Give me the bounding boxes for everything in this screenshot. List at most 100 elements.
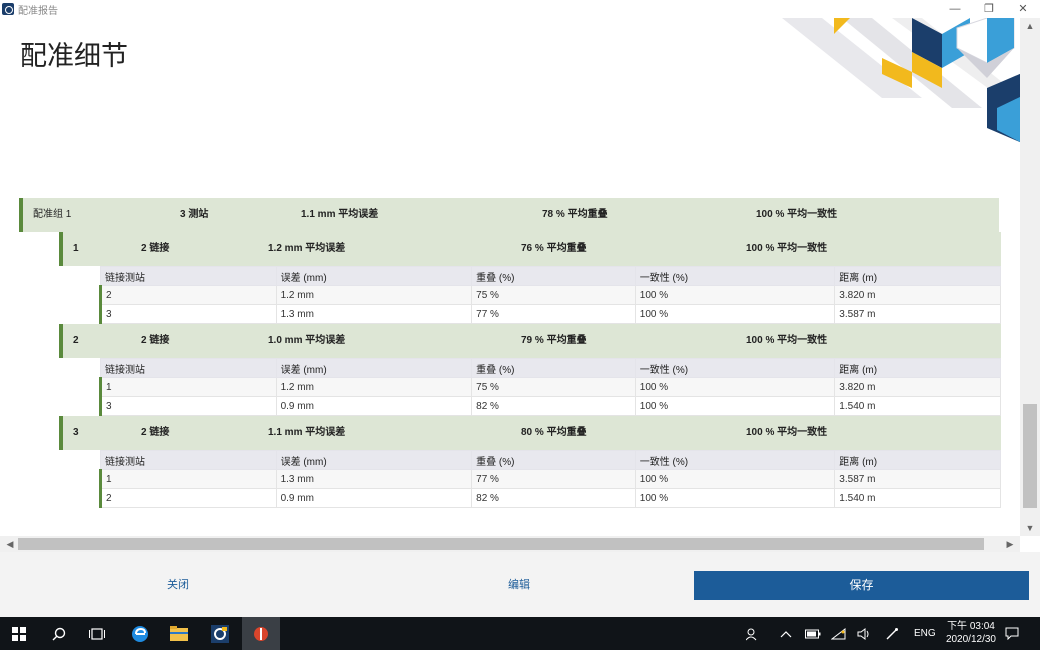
table-cell: 2 — [99, 488, 277, 508]
group-stations: 3 测站 — [180, 209, 209, 220]
column-header: 距离 (m) — [834, 266, 1001, 286]
table-cell: 77 % — [471, 304, 636, 324]
table-cell: 3.587 m — [834, 304, 1001, 324]
pen-icon[interactable] — [885, 617, 899, 650]
scrollbar-thumb[interactable] — [18, 538, 984, 550]
table-cell: 75 % — [471, 285, 636, 305]
scroll-left-icon[interactable]: ◀ — [2, 536, 18, 552]
table-cell: 0.9 mm — [275, 488, 473, 508]
close-button[interactable]: 关闭 — [118, 570, 238, 600]
table-cell: 2 — [99, 285, 277, 305]
minimize-button[interactable]: — — [938, 0, 972, 18]
station-error: 1.1 mm 平均误差 — [268, 427, 346, 438]
table-cell: 0.9 mm — [275, 396, 473, 416]
table-cell: 3 — [99, 304, 277, 324]
table-cell: 1.540 m — [834, 488, 1001, 508]
table-cell: 100 % — [634, 396, 836, 416]
station-row[interactable]: 3 2 链接 1.1 mm 平均误差 80 % 平均重叠 100 % 平均一致性 — [59, 416, 1001, 450]
edit-button[interactable]: 编辑 — [459, 570, 579, 600]
table-cell: 1 — [99, 377, 277, 397]
table-row[interactable]: 3 1.3 mm 77 % 100 % 3.587 m — [99, 304, 1001, 324]
start-button[interactable] — [0, 617, 38, 650]
links-table: 链接测站 误差 (mm) 重叠 (%) 一致性 (%) 距离 (m) 1 1.3… — [99, 450, 1001, 508]
registration-app-icon[interactable] — [201, 617, 239, 650]
clock[interactable]: 下午 03:04 2020/12/30 — [946, 620, 996, 646]
links-table: 链接测站 误差 (mm) 重叠 (%) 一致性 (%) 距离 (m) 2 1.2… — [99, 266, 1001, 324]
station-consistency: 100 % 平均一致性 — [746, 335, 828, 346]
save-button[interactable]: 保存 — [694, 571, 1029, 600]
station-id: 2 — [73, 335, 79, 346]
station-error: 1.2 mm 平均误差 — [268, 243, 346, 254]
search-icon[interactable] — [40, 617, 78, 650]
table-row[interactable]: 1 1.2 mm 75 % 100 % 3.820 m — [99, 377, 1001, 397]
column-header: 误差 (mm) — [275, 266, 473, 286]
station-overlap: 76 % 平均重叠 — [521, 243, 587, 254]
table-row[interactable]: 2 1.2 mm 75 % 100 % 3.820 m — [99, 285, 1001, 305]
table-cell: 1.2 mm — [275, 285, 473, 305]
notification-icon[interactable] — [1005, 617, 1019, 650]
column-header: 距离 (m) — [834, 450, 1001, 470]
station-links: 2 链接 — [141, 243, 170, 254]
active-app-icon[interactable] — [242, 617, 280, 650]
restore-button[interactable]: ❐ — [972, 0, 1006, 18]
battery-icon[interactable] — [805, 617, 821, 650]
vertical-scrollbar[interactable]: ▲ ▼ — [1020, 18, 1040, 536]
table-row[interactable]: 2 0.9 mm 82 % 100 % 1.540 m — [99, 488, 1001, 508]
horizontal-scrollbar[interactable]: ◀ ▶ — [0, 536, 1020, 552]
scroll-down-icon[interactable]: ▼ — [1020, 520, 1040, 536]
station-links: 2 链接 — [141, 427, 170, 438]
app-icon — [2, 3, 14, 15]
table-header: 链接测站 误差 (mm) 重叠 (%) 一致性 (%) 距离 (m) — [100, 266, 1001, 286]
scroll-right-icon[interactable]: ▶ — [1002, 536, 1018, 552]
table-cell: 1.2 mm — [275, 377, 473, 397]
language-indicator[interactable]: ENG — [914, 617, 936, 650]
page-title: 配准细节 — [20, 41, 128, 72]
column-header: 误差 (mm) — [275, 358, 473, 378]
close-window-button[interactable]: ✕ — [1006, 0, 1040, 18]
task-view-icon[interactable] — [78, 617, 116, 650]
table-cell: 1.3 mm — [275, 304, 473, 324]
file-explorer-icon[interactable] — [160, 617, 198, 650]
chevron-up-icon[interactable] — [780, 617, 792, 650]
scroll-up-icon[interactable]: ▲ — [1020, 18, 1040, 34]
table-cell: 1.540 m — [834, 396, 1001, 416]
clock-time: 下午 03:04 — [947, 621, 995, 632]
table-header: 链接测站 误差 (mm) 重叠 (%) 一致性 (%) 距离 (m) — [100, 450, 1001, 470]
table-header: 链接测站 误差 (mm) 重叠 (%) 一致性 (%) 距离 (m) — [100, 358, 1001, 378]
table-cell: 1 — [99, 469, 277, 489]
wifi-icon[interactable] — [831, 617, 847, 650]
column-header: 误差 (mm) — [275, 450, 473, 470]
station-error: 1.0 mm 平均误差 — [268, 335, 346, 346]
footer-bar: 关闭 编辑 保存 — [0, 552, 1040, 617]
scrollbar-thumb[interactable] — [1023, 404, 1037, 508]
edge-browser-icon[interactable] — [121, 617, 159, 650]
registration-group-row[interactable]: 配准组 1 3 测站 1.1 mm 平均误差 78 % 平均重叠 100 % 平… — [19, 198, 999, 232]
window-titlebar: 配准报告 — ❐ ✕ — [0, 0, 1040, 18]
clock-date: 2020/12/30 — [945, 634, 996, 645]
table-cell: 77 % — [471, 469, 636, 489]
table-cell: 3.820 m — [834, 377, 1001, 397]
volume-icon[interactable] — [857, 617, 871, 650]
table-cell: 1.3 mm — [275, 469, 473, 489]
station-row[interactable]: 1 2 链接 1.2 mm 平均误差 76 % 平均重叠 100 % 平均一致性 — [59, 232, 1001, 266]
column-header: 一致性 (%) — [634, 266, 836, 286]
station-row[interactable]: 2 2 链接 1.0 mm 平均误差 79 % 平均重叠 100 % 平均一致性 — [59, 324, 1001, 358]
people-icon[interactable] — [746, 617, 760, 650]
station-id: 1 — [73, 243, 79, 254]
table-cell: 100 % — [634, 285, 836, 305]
table-cell: 100 % — [634, 469, 836, 489]
table-row[interactable]: 3 0.9 mm 82 % 100 % 1.540 m — [99, 396, 1001, 416]
window-title: 配准报告 — [18, 5, 58, 17]
column-header: 重叠 (%) — [471, 358, 636, 378]
table-row[interactable]: 1 1.3 mm 77 % 100 % 3.587 m — [99, 469, 1001, 489]
windows-icon — [12, 626, 26, 641]
group-name: 配准组 1 — [33, 209, 72, 220]
station-overlap: 79 % 平均重叠 — [521, 335, 587, 346]
table-cell: 82 % — [471, 396, 636, 416]
table-cell: 3.820 m — [834, 285, 1001, 305]
column-header: 重叠 (%) — [471, 266, 636, 286]
table-cell: 3.587 m — [834, 469, 1001, 489]
links-table: 链接测站 误差 (mm) 重叠 (%) 一致性 (%) 距离 (m) 1 1.2… — [99, 358, 1001, 416]
column-header: 一致性 (%) — [634, 358, 836, 378]
column-header: 链接测站 — [100, 266, 277, 286]
